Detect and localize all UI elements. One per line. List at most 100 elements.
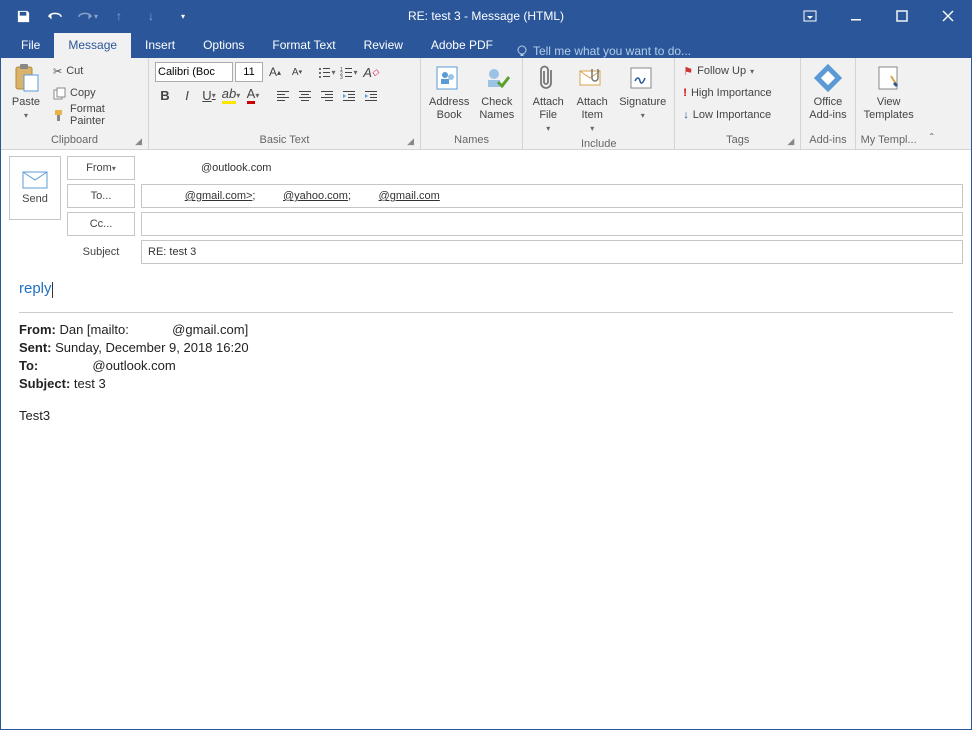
view-templates-button[interactable]: View Templates [860,60,918,124]
group-templates-label: My Templ... [860,132,918,149]
decrease-indent-button[interactable] [339,85,359,105]
grow-font-button[interactable]: A▴ [265,62,285,82]
paste-button[interactable]: Paste [5,60,47,123]
tab-insert[interactable]: Insert [131,33,189,58]
from-value: @outlook.com [141,156,963,180]
quick-access-toolbar: ↑ ↓ [1,2,199,30]
collapse-ribbon-button[interactable]: ˆ [922,58,942,149]
next-item-button[interactable]: ↓ [135,2,167,30]
subject-field[interactable]: RE: test 3 [141,240,963,264]
reply-text: reply [19,280,52,297]
message-body[interactable]: reply From: Dan [mailto: @gmail.com] Sen… [9,272,963,434]
paste-icon [10,62,42,94]
ribbon-tabs: File Message Insert Options Format Text … [1,31,971,58]
addins-icon [812,62,844,94]
align-right-button[interactable] [317,85,337,105]
tell-me-search[interactable]: Tell me what you want to do... [507,44,691,58]
clear-formatting-button[interactable]: A◇ [361,62,381,82]
font-color-button[interactable]: A [243,85,263,105]
group-names-label: Names [425,132,518,149]
attach-item-icon [576,62,608,94]
group-clipboard: Paste ✂Cut Copy Format Painter Clipboard… [1,58,149,149]
high-importance-button[interactable]: !High Importance [679,82,775,104]
highlight-button[interactable]: ab [221,85,241,105]
check-names-button[interactable]: Check Names [475,60,518,124]
office-addins-button[interactable]: Office Add-ins [805,60,850,124]
attach-item-button[interactable]: Attach Item [571,60,613,136]
group-tags: ⚑Follow Up !High Importance ↓Low Importa… [675,58,801,149]
attach-file-button[interactable]: Attach File [527,60,569,136]
qat-customize-button[interactable] [167,2,199,30]
bold-button[interactable]: B [155,85,175,105]
from-button[interactable]: From [67,156,135,180]
to-button[interactable]: To... [67,184,135,208]
window-title: RE: test 3 - Message (HTML) [408,9,564,23]
templates-icon [873,62,905,94]
group-include: Attach File Attach Item Signature Includ… [523,58,675,149]
follow-up-button[interactable]: ⚑Follow Up [679,60,775,82]
save-button[interactable] [7,2,39,30]
copy-button[interactable]: Copy [49,82,144,104]
flag-icon: ⚑ [683,65,693,78]
clipboard-launcher[interactable]: ◢ [135,136,142,147]
paperclip-icon [532,62,564,94]
group-addins-label: Add-ins [805,132,850,149]
scissors-icon: ✂ [53,65,62,78]
group-include-label: Include [527,136,670,153]
undo-button[interactable] [39,2,71,30]
prev-item-button[interactable]: ↑ [103,2,135,30]
copy-icon [53,87,66,100]
original-message: From: Dan [mailto: @gmail.com] Sent: Sun… [19,321,953,426]
group-tags-label: Tags [726,134,749,146]
maximize-button[interactable] [879,1,925,31]
low-importance-button[interactable]: ↓Low Importance [679,104,775,126]
cc-button[interactable]: Cc... [67,212,135,236]
format-painter-button[interactable]: Format Painter [49,104,144,126]
shrink-font-button[interactable]: A▾ [287,62,307,82]
compose-header: Send From @outlook.com To... @gmail.com>… [1,150,971,264]
to-field[interactable]: @gmail.com>; @yahoo.com; @gmail.com [141,184,963,208]
align-center-button[interactable] [295,85,315,105]
align-left-button[interactable] [273,85,293,105]
tab-adobe-pdf[interactable]: Adobe PDF [417,33,507,58]
signature-button[interactable]: Signature [615,60,670,123]
group-templates: View Templates My Templ... [856,58,922,149]
title-bar: ↑ ↓ RE: test 3 - Message (HTML) [1,1,971,31]
redo-button[interactable] [71,2,103,30]
font-size-input[interactable] [235,62,263,82]
check-names-icon [481,62,513,94]
subject-label: Subject [67,246,135,258]
minimize-button[interactable] [833,1,879,31]
group-basictext-label: Basic Text [260,134,310,146]
close-button[interactable] [925,1,971,31]
address-book-button[interactable]: Address Book [425,60,473,124]
send-icon [22,171,48,189]
cc-field[interactable] [141,212,963,236]
tell-me-placeholder: Tell me what you want to do... [533,44,691,58]
window-controls [787,1,971,31]
tab-options[interactable]: Options [189,33,258,58]
tab-review[interactable]: Review [350,33,417,58]
group-names: Address Book Check Names Names [421,58,523,149]
ribbon-options-button[interactable] [787,1,833,31]
numbering-button[interactable]: 123 [339,62,359,82]
italic-button[interactable]: I [177,85,197,105]
tab-message[interactable]: Message [54,33,131,58]
send-button[interactable]: Send [9,156,61,220]
lightbulb-icon [515,44,529,58]
separator [19,312,953,313]
underline-button[interactable]: U [199,85,219,105]
bullets-button[interactable] [317,62,337,82]
down-arrow-icon: ↓ [683,109,689,121]
svg-text:3: 3 [340,75,343,79]
address-book-icon [433,62,465,94]
tab-file[interactable]: File [7,33,54,58]
group-addins: Office Add-ins Add-ins [801,58,855,149]
tab-format-text[interactable]: Format Text [258,33,349,58]
increase-indent-button[interactable] [361,85,381,105]
exclamation-icon: ! [683,87,687,99]
basictext-launcher[interactable]: ◢ [407,136,414,147]
cut-button[interactable]: ✂Cut [49,60,144,82]
tags-launcher[interactable]: ◢ [787,136,794,147]
font-name-input[interactable] [155,62,233,82]
